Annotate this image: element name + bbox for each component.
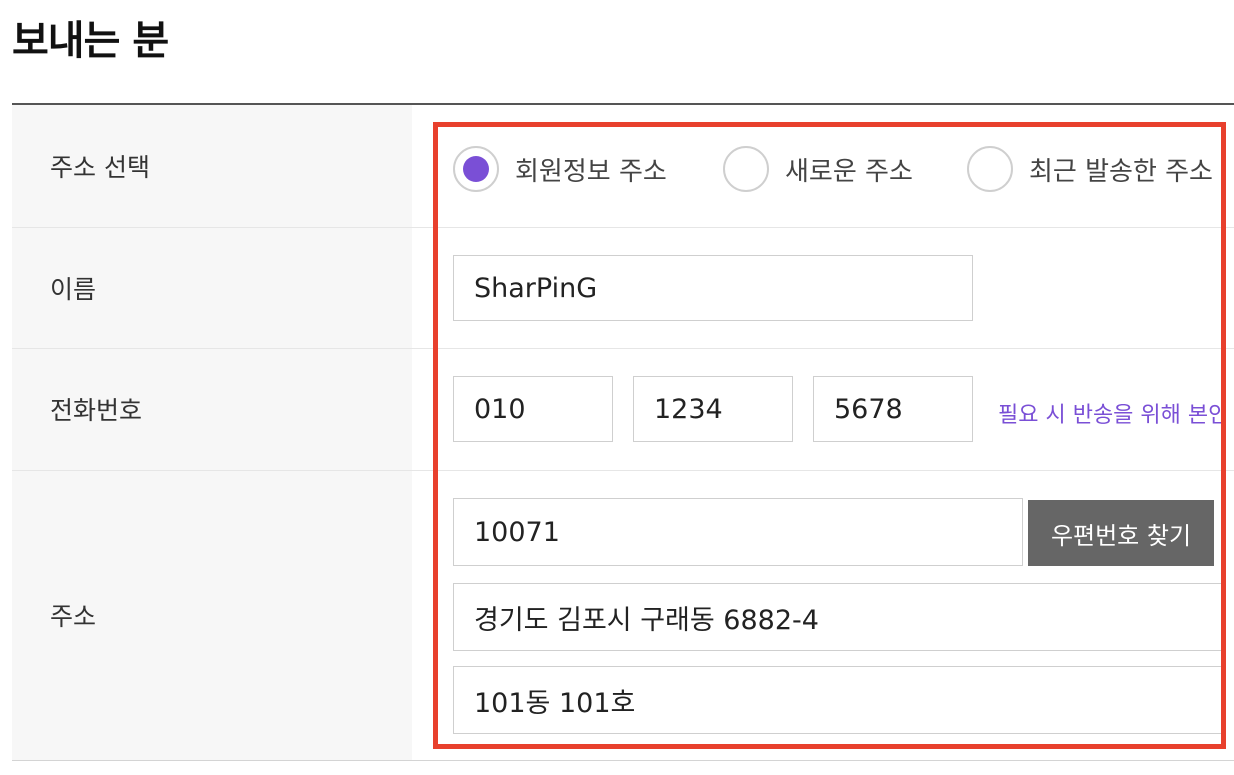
- radio-new-address[interactable]: 새로운 주소: [723, 143, 913, 195]
- phone-label: 전화번호: [50, 396, 143, 425]
- phone-part1-input[interactable]: 010: [453, 376, 613, 442]
- address-line2-input[interactable]: 101동 101호: [453, 666, 1221, 734]
- radio-member-address[interactable]: 회원정보 주소: [453, 143, 667, 195]
- radio-recent-address[interactable]: 최근 발송한 주소: [967, 143, 1213, 195]
- zipcode-input[interactable]: 10071: [453, 498, 1023, 566]
- phone-part2-input[interactable]: 1234: [633, 376, 793, 442]
- address-label: 주소: [50, 602, 97, 631]
- phone-part3-input[interactable]: 5678: [813, 376, 973, 442]
- name-label: 이름: [50, 275, 97, 304]
- highlighted-form-area: 회원정보 주소 새로운 주소 최근 발송한 주소 SharPinG 010 12…: [433, 122, 1226, 749]
- name-input[interactable]: SharPinG: [453, 255, 973, 321]
- radio-unchecked-icon[interactable]: [723, 146, 769, 192]
- radio-label: 회원정보 주소: [515, 156, 667, 187]
- address-select-label: 주소 선택: [50, 153, 150, 182]
- radio-label: 최근 발송한 주소: [1029, 156, 1213, 187]
- bottom-divider: [12, 760, 1234, 761]
- label-column: [12, 105, 412, 760]
- address-line1-input[interactable]: 경기도 김포시 구래동 6882-4: [453, 583, 1221, 651]
- radio-label: 새로운 주소: [785, 156, 913, 187]
- zipcode-search-button[interactable]: 우편번호 찾기: [1028, 500, 1214, 566]
- radio-checked-icon[interactable]: [453, 146, 499, 192]
- page-title: 보내는 분: [12, 18, 169, 64]
- radio-unchecked-icon[interactable]: [967, 146, 1013, 192]
- phone-hint: 필요 시 반송을 위해 본인: [998, 403, 1226, 428]
